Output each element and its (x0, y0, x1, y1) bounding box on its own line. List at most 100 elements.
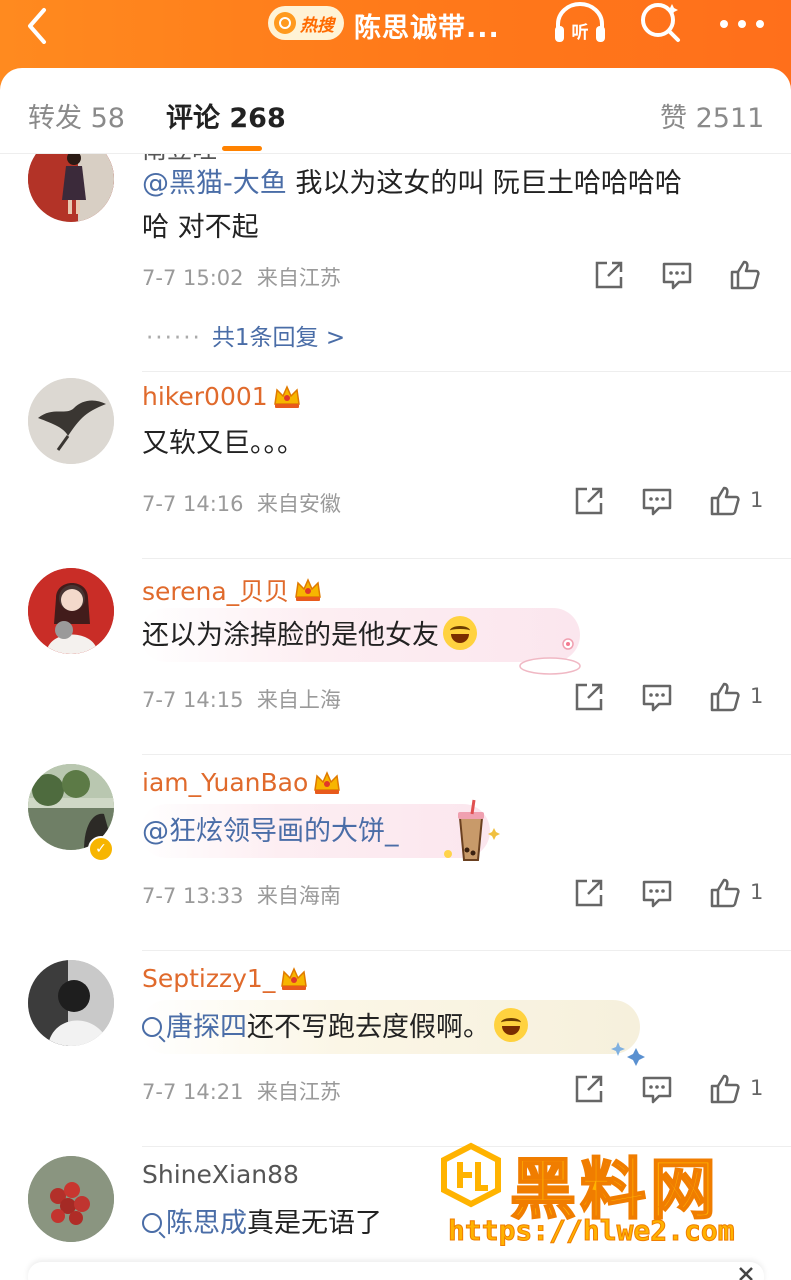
comment-item: ✓ iam_YuanBao @狂炫领导画的大饼_ 7-7 13:33 来自海南 … (0, 764, 791, 968)
crown-icon (295, 578, 322, 601)
share-icon[interactable] (572, 1072, 606, 1106)
comment-meta: 7-7 13:33 来自海南 (142, 880, 341, 910)
comment-location: 来自江苏 (256, 1080, 341, 1104)
listen-label: 听 (572, 22, 589, 43)
username[interactable]: hiker0001 (142, 382, 302, 411)
comment-icon[interactable] (640, 876, 674, 910)
tab-like[interactable]: 赞 2511 (660, 96, 764, 135)
comment-location: 来自海南 (256, 884, 341, 908)
comment-icon[interactable] (640, 680, 674, 714)
hot-search-label: 热搜 (300, 15, 334, 36)
comment-location: 来自上海 (256, 688, 341, 712)
comment-item: hiker0001 又软又巨。。。 7-7 14:16 来自安徽 1 (0, 378, 791, 580)
divider (142, 371, 791, 372)
avatar[interactable] (28, 568, 114, 654)
avatar[interactable] (28, 960, 114, 1046)
comment-text: 唐探四还不写跑去度假啊。 (142, 1006, 752, 1050)
replies-dots: ······ (146, 325, 202, 351)
share-icon[interactable] (572, 484, 606, 518)
username-text: serena_贝贝 (142, 577, 290, 606)
tab-repost[interactable]: 转发 58 (28, 96, 125, 135)
mention-link[interactable]: @黑猫-大鱼 (142, 168, 287, 199)
comment-time: 7-7 13:33 (142, 884, 244, 908)
comment-text: 又软又巨。。。 (142, 428, 304, 459)
like-icon[interactable] (708, 1072, 742, 1106)
comment-icon[interactable] (660, 258, 694, 292)
avatar[interactable] (28, 1156, 114, 1242)
avatar[interactable] (28, 378, 114, 464)
tab-active-indicator (222, 146, 262, 151)
crown-icon (314, 770, 341, 794)
comment-icon[interactable] (640, 484, 674, 518)
like-count: 1 (750, 880, 764, 904)
username[interactable]: serena_贝贝 (142, 572, 323, 608)
comment-location: 来自江苏 (256, 266, 341, 290)
username-text: hiker0001 (142, 382, 268, 411)
username-text: iam_YuanBao (142, 768, 309, 797)
verified-badge-icon: ✓ (88, 836, 114, 862)
back-icon[interactable] (18, 4, 58, 44)
divider (142, 754, 791, 755)
tab-bar: 转发 58 评论 268 赞 2511 (0, 68, 791, 154)
divider (142, 950, 791, 951)
crown-icon (281, 966, 308, 990)
page-title[interactable]: 陈思诚带... (354, 6, 500, 45)
like-icon[interactable] (708, 484, 742, 518)
view-replies-link[interactable]: ······ 共1条回复 > (146, 318, 345, 352)
comment-text-content: 还以为涂掉脸的是他女友 (142, 620, 439, 651)
topic-label: 陈思成 (166, 1208, 247, 1239)
comment-icon[interactable] (640, 1072, 674, 1106)
bottom-reply-bar[interactable] (28, 1262, 764, 1280)
comment-meta: 7-7 14:21 来自江苏 (142, 1076, 341, 1106)
topic-link[interactable]: 唐探四 (142, 1012, 247, 1043)
topic-label: 唐探四 (166, 1012, 247, 1043)
avatar[interactable] (28, 154, 114, 222)
topic-link[interactable]: 陈思成 (142, 1208, 247, 1239)
comment-time: 7-7 15:02 (142, 266, 244, 290)
comment-item: serena_贝贝 还以为涂掉脸的是他女友 7-7 14:15 来自上海 1 (0, 568, 791, 772)
like-icon[interactable] (708, 876, 742, 910)
divider (142, 558, 791, 559)
watermark: 黑料网 https://hlwe2.com (438, 1136, 768, 1276)
close-icon[interactable] (734, 1266, 758, 1280)
laugh-cry-emoji-icon (443, 616, 477, 650)
like-icon[interactable] (708, 680, 742, 714)
comment-text: 还以为涂掉脸的是他女友 (142, 614, 752, 658)
username[interactable]: ShineXian88 (142, 1160, 299, 1189)
username[interactable]: iam_YuanBao (142, 768, 342, 797)
comment-meta: 7-7 15:02 来自江苏 (142, 262, 341, 292)
comment-text: @黑猫-大鱼 我以为这女的叫 阮巨土哈哈哈哈 哈 对不起 (142, 162, 752, 250)
cat-sticker-icon (519, 638, 581, 675)
comment-text-content: 真是无语了 (247, 1208, 382, 1239)
comment-location: 来自安徽 (256, 492, 341, 516)
hot-search-badge[interactable]: 热搜 (268, 6, 344, 40)
comment-time: 7-7 14:16 (142, 492, 244, 516)
watermark-url: https://hlwe2.com (448, 1214, 736, 1248)
sparkle-sticker-icon (611, 1042, 645, 1066)
username-text: Septizzy1_ (142, 964, 276, 993)
share-icon[interactable] (572, 876, 606, 910)
comment-meta: 7-7 14:16 来自安徽 (142, 488, 341, 518)
like-icon[interactable] (728, 258, 762, 292)
search-icon[interactable] (636, 0, 684, 46)
watermark-logo-icon (441, 1142, 501, 1208)
like-count: 1 (750, 684, 764, 708)
bubble-tea-sticker-icon (444, 799, 500, 861)
comment-text-line2: 哈 对不起 (142, 212, 259, 243)
replies-label: 共1条回复 > (211, 325, 346, 351)
mention-link[interactable]: @狂炫领导画的大饼_ (142, 816, 399, 847)
share-icon[interactable] (572, 680, 606, 714)
comment-text-line1: 我以为这女的叫 阮巨土哈哈哈哈 (286, 168, 682, 199)
username[interactable]: Septizzy1_ (142, 964, 309, 993)
like-count: 1 (750, 1076, 764, 1100)
more-icon[interactable] (714, 4, 770, 44)
comment-time: 7-7 14:15 (142, 688, 244, 712)
listen-icon[interactable]: 听 (552, 0, 608, 46)
hot-search-icon (274, 12, 296, 34)
share-icon[interactable] (592, 258, 626, 292)
tab-comment[interactable]: 评论 268 (166, 96, 286, 135)
topic-search-icon (142, 1017, 162, 1037)
topic-search-icon (142, 1213, 162, 1233)
comment-list[interactable]: 南豆旺 @黑猫-大鱼 我以为这女的叫 阮巨土哈哈哈哈 哈 对不起 7-7 15:… (0, 154, 791, 1280)
comment-sheet: 转发 58 评论 268 赞 2511 南豆旺 @黑猫-大鱼 我以为这女的叫 阮… (0, 68, 791, 1280)
